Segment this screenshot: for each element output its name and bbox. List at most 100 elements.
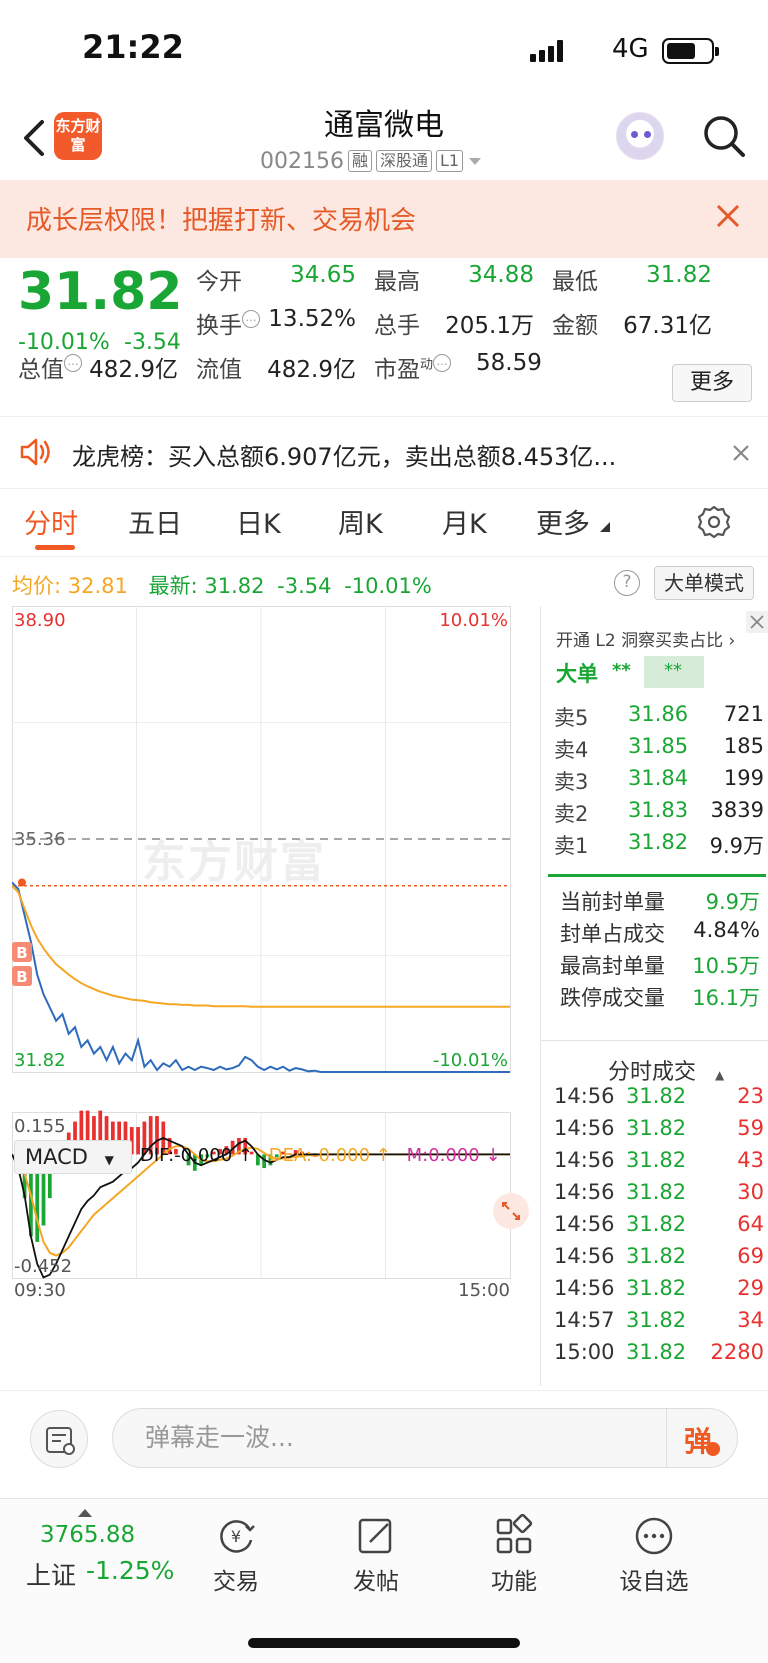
tab-monthly-k[interactable]: 月K	[442, 502, 487, 541]
index-name[interactable]: 上证	[26, 1556, 76, 1592]
index-pct[interactable]: -1.25%	[86, 1556, 174, 1585]
info-icon[interactable]: …	[242, 310, 260, 328]
tick-price: 31.82	[626, 1084, 687, 1108]
tick-time: 14:56	[554, 1148, 615, 1172]
tick-time: 14:56	[554, 1276, 615, 1300]
mktcap-value: 482.9亿	[89, 357, 178, 383]
tab-five-day[interactable]: 五日	[128, 502, 182, 541]
tick-time: 14:56	[554, 1244, 615, 1268]
order-book-separator	[548, 874, 766, 877]
divider	[540, 1040, 768, 1041]
danmaku-settings-button[interactable]	[30, 1410, 88, 1468]
divider	[0, 416, 768, 417]
dif-text: DIF:-0.000 ↑	[140, 1145, 254, 1166]
buy-marker-label: B	[16, 968, 27, 986]
intraday-chart[interactable]: BB 38.90 10.01% 35.36 31.82 -10.01% 09:30 15:0…	[12, 606, 540, 1386]
tick-volume: 43	[737, 1148, 764, 1172]
seal-row: 最高封单量 10.5万	[560, 954, 760, 978]
tab-more[interactable]: 更多	[536, 502, 590, 541]
svg-text:¥: ¥	[231, 1527, 241, 1546]
y-bottom-pct: -10.01%	[433, 1050, 508, 1071]
nav-add-watchlist[interactable]: 设自选	[604, 1506, 704, 1596]
volume-value: 205.1万	[445, 313, 534, 339]
nav-functions[interactable]: 功能	[464, 1506, 564, 1596]
close-icon[interactable]	[710, 198, 746, 234]
promo-text[interactable]: 成长层权限！把握打新、交易机会	[26, 200, 416, 237]
more-dots-icon	[635, 1517, 673, 1555]
tick-price: 31.82	[626, 1276, 687, 1300]
tick-volume: 64	[737, 1212, 764, 1236]
ask-row: 卖5 31.86 721	[554, 702, 764, 730]
big-order-sell: **	[664, 660, 682, 681]
dragon-tiger-text[interactable]: 龙虎榜：买入总额6.907亿元，卖出总额8.453亿...	[72, 437, 616, 472]
tick-time: 14:56	[554, 1212, 615, 1236]
status-time: 21:22	[82, 28, 184, 66]
big-order-mode-button[interactable]: 大单模式	[654, 566, 754, 600]
info-icon[interactable]: …	[433, 354, 452, 372]
amount-label: 金额	[552, 313, 598, 339]
ask-row: 卖2 31.83 3839	[554, 798, 764, 826]
info-icon[interactable]: …	[64, 354, 82, 372]
help-icon[interactable]: ?	[614, 570, 640, 596]
tick-volume: 69	[737, 1244, 764, 1268]
signal-icon	[0, 0, 563, 62]
margin-tag: 融	[347, 150, 372, 172]
current-price: 31.82	[18, 262, 183, 322]
nav-trade[interactable]: ¥ 交易	[186, 1506, 286, 1596]
tick-price: 31.82	[626, 1148, 687, 1172]
index-value[interactable]: 3765.88	[40, 1522, 135, 1548]
tick-price: 31.82	[626, 1340, 687, 1364]
tick-time: 14:56	[554, 1180, 615, 1204]
tick-row: 14:57 31.82 34	[554, 1308, 764, 1342]
tab-daily-k[interactable]: 日K	[236, 502, 281, 541]
expand-icon[interactable]	[492, 1192, 530, 1230]
tick-price: 31.82	[626, 1212, 687, 1236]
seal-row: 当前封单量 9.9万	[560, 890, 760, 914]
tick-time: 14:57	[554, 1308, 615, 1332]
search-icon[interactable]	[700, 112, 748, 160]
tick-volume: 23	[737, 1084, 764, 1108]
y-bottom-label: 31.82	[14, 1050, 66, 1071]
caret-up-icon	[78, 1509, 92, 1517]
x-end-label: 15:00	[458, 1280, 510, 1301]
trade-icon: ¥	[220, 1520, 255, 1553]
seal-row: 封单占成交 4.84%	[560, 918, 760, 946]
tick-volume: 30	[737, 1180, 764, 1204]
chart-grid	[12, 606, 511, 1279]
high-label: 最高	[374, 269, 420, 295]
danmaku-input[interactable]: 弹幕走一波...	[112, 1408, 738, 1468]
big-order-label: 大单	[556, 662, 598, 686]
close-icon[interactable]	[728, 440, 754, 466]
assistant-avatar[interactable]	[616, 112, 664, 160]
tick-time: 15:00	[554, 1340, 615, 1364]
tick-time: 14:56	[554, 1116, 615, 1140]
edit-icon	[358, 1518, 392, 1554]
l2-upgrade-link[interactable]: 开通 L2 洞察买卖占比 ›	[556, 626, 735, 651]
tab-intraday[interactable]: 分时	[24, 502, 78, 541]
y-mid-label: 35.36	[14, 829, 66, 850]
macd-indicator-select[interactable]: MACD ▼	[14, 1140, 132, 1174]
more-button[interactable]: 更多	[672, 364, 752, 402]
tab-indicator	[35, 545, 75, 550]
tick-time: 14:56	[554, 1084, 615, 1108]
ticks-title[interactable]: 分时成交 ▲	[608, 1054, 724, 1086]
open-value: 34.65	[290, 262, 356, 288]
level-tag: L1	[436, 150, 464, 172]
pe-value: 58.59	[476, 350, 542, 376]
gear-icon[interactable]	[696, 504, 732, 540]
x-start-label: 09:30	[14, 1280, 66, 1301]
avg-value: 32.81	[67, 574, 128, 598]
start-marker	[18, 878, 26, 887]
tick-row: 14:56 31.82 29	[554, 1276, 764, 1310]
big-order-buy: **	[612, 660, 631, 681]
stock-code-row[interactable]: 002156 融 深股通 L1	[260, 146, 483, 176]
close-icon[interactable]	[746, 611, 768, 633]
nav-post[interactable]: 发帖	[326, 1506, 426, 1596]
turnover-label: 换手…	[196, 306, 260, 340]
apps-icon	[496, 1514, 533, 1554]
dropdown-icon[interactable]	[467, 155, 483, 167]
caret-up-icon: ▲	[715, 1068, 725, 1082]
tab-weekly-k[interactable]: 周K	[338, 502, 383, 541]
float-label: 流值	[196, 357, 242, 383]
amount-value: 67.31亿	[623, 313, 712, 339]
